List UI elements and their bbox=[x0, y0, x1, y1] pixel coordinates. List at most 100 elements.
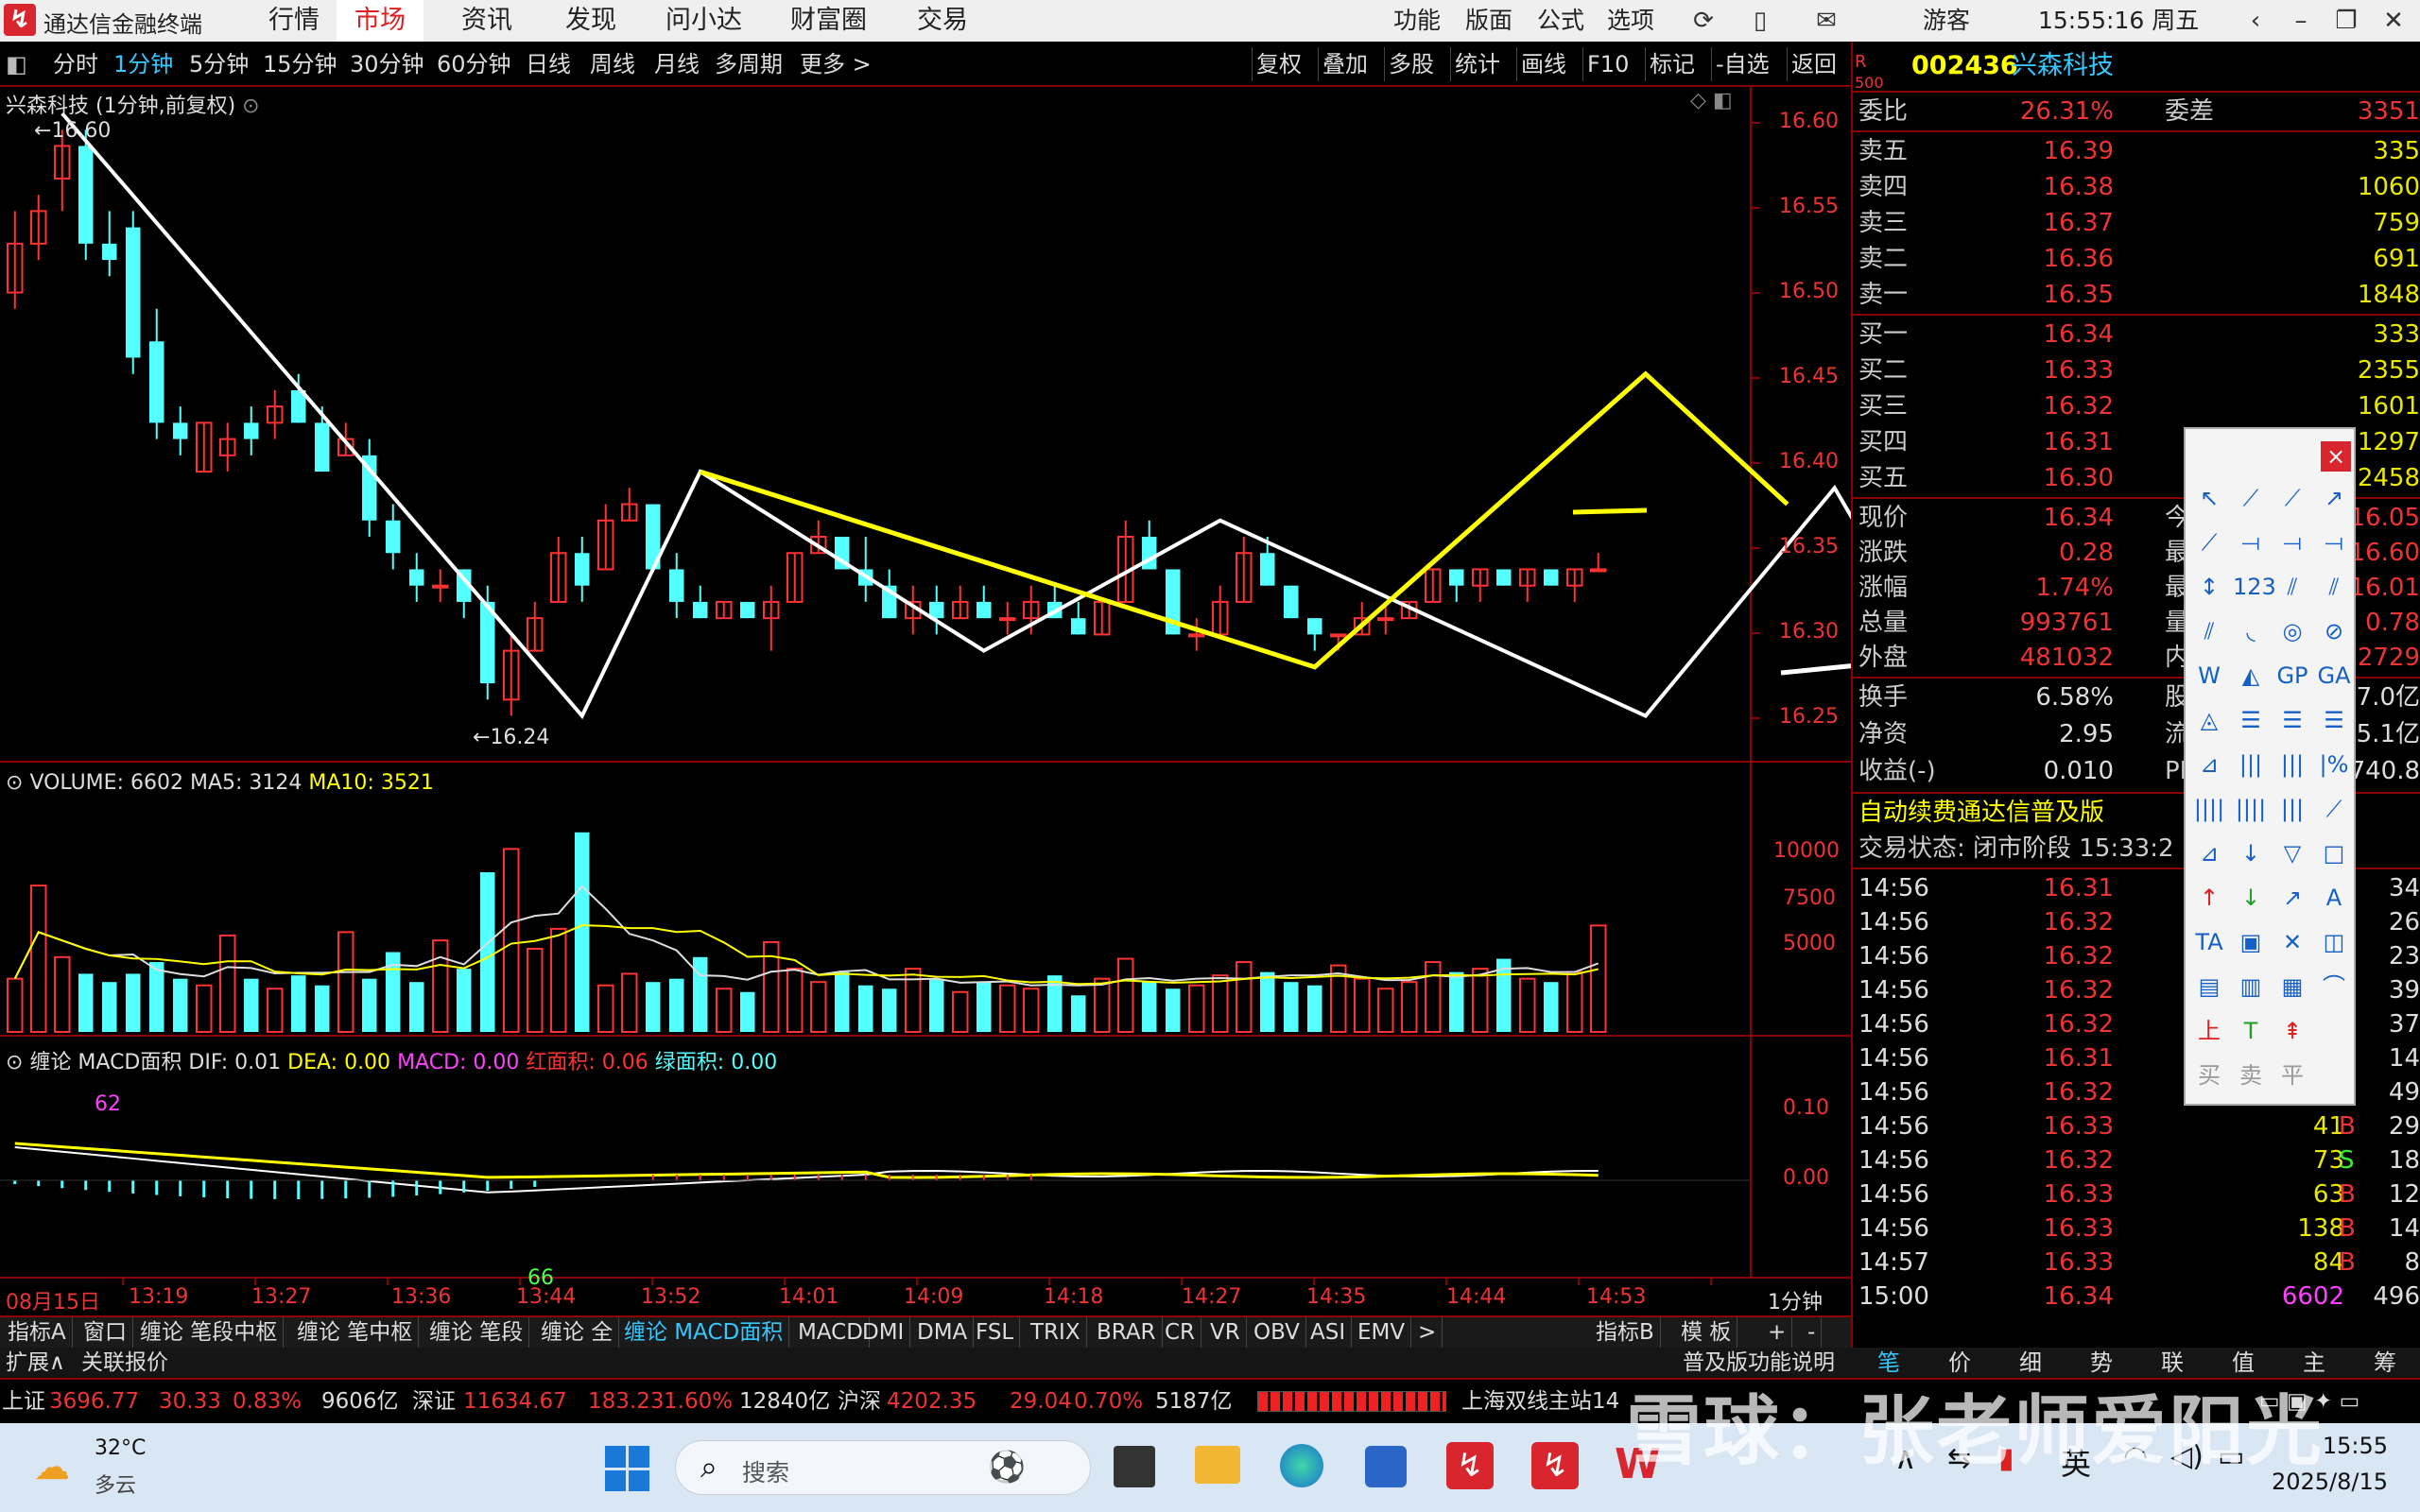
minimize-icon[interactable]: – bbox=[2286, 6, 2316, 36]
menu-jiaoyi[interactable]: 交易 bbox=[917, 0, 979, 42]
chart-settings-icon[interactable]: ◇ ◧ bbox=[1690, 89, 1733, 112]
draw-tool-icon[interactable]: ▦ bbox=[2274, 969, 2310, 1005]
message-icon[interactable]: ✉ bbox=[1811, 6, 1841, 36]
ask-price[interactable]: 16.39 bbox=[2044, 134, 2114, 168]
draw-tool-icon[interactable]: ↑ bbox=[2191, 880, 2227, 916]
related-quote-button[interactable]: 关联报价 bbox=[81, 1348, 168, 1378]
indicator-tab[interactable]: DMI bbox=[856, 1317, 911, 1348]
draw-tool-icon[interactable]: |% bbox=[2316, 747, 2352, 782]
draw-tool-icon[interactable]: 卖 bbox=[2233, 1057, 2269, 1093]
indicator-tab[interactable]: BRAR bbox=[1091, 1317, 1163, 1348]
draw-tool-icon[interactable]: ⟞ bbox=[2274, 524, 2310, 560]
period-more[interactable]: 更多 > bbox=[800, 42, 872, 87]
draw-tool-icon[interactable]: ⟋ bbox=[2191, 524, 2227, 560]
sh-label[interactable]: 上证 bbox=[2, 1380, 45, 1423]
draw-tool-icon[interactable]: ⫽ bbox=[2191, 613, 2227, 649]
period-15min[interactable]: 15分钟 bbox=[263, 42, 337, 87]
bid-price[interactable]: 16.34 bbox=[2044, 318, 2114, 352]
ask-price[interactable]: 16.36 bbox=[2044, 242, 2114, 276]
diejia-button[interactable]: 叠加 bbox=[1318, 47, 1372, 81]
indicator-tab[interactable]: EMV bbox=[1352, 1317, 1412, 1348]
draw-tool-icon[interactable]: ⟞ bbox=[2316, 524, 2352, 560]
indicator-right-tab[interactable]: 模 板 bbox=[1675, 1317, 1738, 1348]
draw-tool-icon[interactable]: GP bbox=[2274, 658, 2310, 694]
indicator-tab[interactable]: 缠论 笔段中枢 bbox=[134, 1317, 285, 1348]
huaxian-button[interactable]: 画线 bbox=[1516, 47, 1570, 81]
draw-tool-icon[interactable]: |||| bbox=[2191, 791, 2227, 827]
draw-tool-icon[interactable]: ◬ bbox=[2191, 702, 2227, 738]
draw-tool-icon[interactable]: 平 bbox=[2274, 1057, 2310, 1093]
indicator-tab[interactable]: > bbox=[1412, 1317, 1443, 1348]
draw-tool-icon[interactable]: ⫽ bbox=[2274, 569, 2310, 605]
indicator-tab[interactable]: CR bbox=[1159, 1317, 1202, 1348]
indicator-tab[interactable]: 窗口 bbox=[78, 1317, 133, 1348]
menu-shichang[interactable]: 市场 bbox=[337, 0, 424, 42]
draw-tool-icon[interactable]: ▽ bbox=[2274, 835, 2310, 871]
menu-xuanxiang[interactable]: 选项 bbox=[1607, 0, 1654, 42]
draw-tool-icon[interactable]: ↕ bbox=[2191, 569, 2227, 605]
draw-tool-icon[interactable]: ⊘ bbox=[2316, 613, 2352, 649]
task-view-icon[interactable] bbox=[1114, 1446, 1155, 1487]
weather-icon[interactable]: ☁ bbox=[34, 1446, 81, 1487]
period-weekly[interactable]: 周线 bbox=[590, 42, 635, 87]
server-name[interactable]: 上海双线主站14 bbox=[1461, 1380, 1619, 1423]
indicator-tab[interactable]: DMA bbox=[911, 1317, 975, 1348]
period-fenshi[interactable]: 分时 bbox=[53, 42, 98, 87]
tdx-app-icon[interactable]: ↯ bbox=[1446, 1442, 1494, 1489]
draw-tool-icon[interactable]: TA bbox=[2191, 924, 2227, 960]
indicator-tab[interactable]: 指标A bbox=[2, 1317, 73, 1348]
draw-tool-icon[interactable]: ⇞ bbox=[2274, 1013, 2310, 1049]
draw-tool-icon[interactable]: ◭ bbox=[2233, 658, 2269, 694]
indicator-tab[interactable]: OBV bbox=[1248, 1317, 1306, 1348]
fanhui-button[interactable]: 返回 bbox=[1787, 47, 1841, 81]
tdx-app-icon-2[interactable]: ↯ bbox=[1531, 1442, 1579, 1489]
ask-price[interactable]: 16.38 bbox=[2044, 170, 2114, 204]
draw-tool-icon[interactable]: ↓ bbox=[2233, 835, 2269, 871]
file-explorer-icon[interactable] bbox=[1195, 1446, 1240, 1484]
draw-tool-icon[interactable]: ⟋ bbox=[2233, 480, 2269, 516]
ask-price[interactable]: 16.37 bbox=[2044, 206, 2114, 240]
menu-banmian[interactable]: 版面 bbox=[1465, 0, 1512, 42]
restore-icon[interactable]: ❐ bbox=[2331, 6, 2361, 36]
draw-tool-icon[interactable]: 上 bbox=[2191, 1013, 2227, 1049]
draw-tool-icon[interactable]: ◟ bbox=[2233, 613, 2269, 649]
menu-gongneng[interactable]: 功能 bbox=[1393, 0, 1441, 42]
period-30min[interactable]: 30分钟 bbox=[350, 42, 424, 87]
zixuan-button[interactable]: -自选 bbox=[1711, 47, 1773, 81]
start-icon[interactable] bbox=[605, 1446, 650, 1491]
menu-caifuquan[interactable]: 财富圈 bbox=[790, 0, 877, 42]
indicator-right-tab[interactable]: - bbox=[1802, 1317, 1823, 1348]
indicator-tab[interactable]: TRIX bbox=[1025, 1317, 1087, 1348]
draw-tool-icon[interactable]: A bbox=[2316, 880, 2352, 916]
menu-zixun[interactable]: 资讯 bbox=[461, 0, 524, 42]
search-box[interactable]: ⌕ 搜索 ⚽ bbox=[675, 1440, 1091, 1495]
draw-tool-icon[interactable]: ||| bbox=[2274, 791, 2310, 827]
bid-price[interactable]: 16.31 bbox=[2044, 425, 2114, 459]
expand-button[interactable]: 扩展∧ bbox=[6, 1348, 65, 1378]
store-icon[interactable] bbox=[1365, 1446, 1407, 1487]
draw-tool-icon[interactable]: ▣ bbox=[2233, 924, 2269, 960]
indicator-tab[interactable]: FSL bbox=[970, 1317, 1021, 1348]
draw-tool-icon[interactable]: ☰ bbox=[2233, 702, 2269, 738]
close-icon[interactable]: ✕ bbox=[2378, 6, 2409, 36]
bid-price[interactable]: 16.32 bbox=[2044, 389, 2114, 423]
f10-button[interactable]: F10 bbox=[1582, 47, 1633, 81]
draw-tool-icon[interactable]: ⫽ bbox=[2316, 569, 2352, 605]
palette-close-icon[interactable]: × bbox=[2321, 441, 2351, 472]
draw-tool-icon[interactable]: ▤ bbox=[2191, 969, 2227, 1005]
quote-tab[interactable]: 筹 bbox=[2351, 1348, 2419, 1378]
indicator-right-tab[interactable]: 指标B bbox=[1590, 1317, 1661, 1348]
draw-tool-icon[interactable]: ⟋ bbox=[2274, 480, 2310, 516]
indicator-tab[interactable]: 缠论 笔段 bbox=[424, 1317, 530, 1348]
draw-tool-icon[interactable]: ▥ bbox=[2233, 969, 2269, 1005]
indicator-tab[interactable]: VR bbox=[1204, 1317, 1247, 1348]
menu-gongshi[interactable]: 公式 bbox=[1537, 0, 1584, 42]
ask-price[interactable]: 16.35 bbox=[2044, 278, 2114, 312]
stock-name[interactable]: 兴森科技 bbox=[2012, 49, 2114, 83]
panel-toggle-icon[interactable]: ◧ bbox=[6, 42, 27, 87]
draw-tool-icon[interactable]: ⌒ bbox=[2316, 969, 2352, 1005]
refresh-icon[interactable]: ⟳ bbox=[1688, 6, 1719, 36]
draw-tool-icon[interactable]: ||| bbox=[2233, 747, 2269, 782]
draw-tool-icon[interactable]: ◎ bbox=[2274, 613, 2310, 649]
draw-tool-icon[interactable]: ↗ bbox=[2316, 480, 2352, 516]
